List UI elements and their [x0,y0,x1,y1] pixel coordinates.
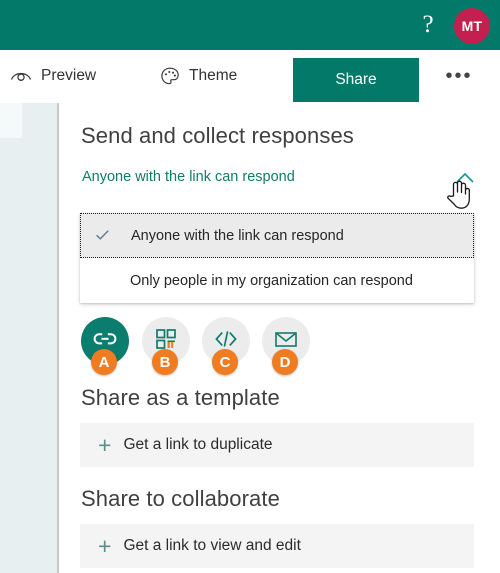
get-link-to-view-and-edit-label: Get a link to view and edit [123,537,301,554]
left-rail-panel [0,103,57,573]
share-method-email[interactable]: D [262,317,310,375]
plus-icon: + [98,532,112,559]
preview-label: Preview [41,67,97,84]
eye-icon [10,68,32,84]
collaborate-section-title: Share to collaborate [81,486,280,511]
palette-icon [160,66,180,86]
badge-c: C [212,349,238,375]
chevron-up-icon[interactable] [451,166,479,190]
dropdown-option-label: Anyone with the link can respond [131,227,344,244]
share-method-link[interactable]: A [81,317,129,375]
avatar[interactable]: MT [454,8,490,44]
send-section-title: Send and collect responses [81,123,354,148]
ellipsis-icon: ••• [445,64,473,87]
share-method-icon-row: A B C D [81,317,481,375]
audience-dropdown-menu: Anyone with the link can respond Only pe… [80,213,474,303]
theme-label: Theme [189,67,238,84]
share-content-area: Send and collect responses Anyone with t… [59,103,500,573]
checkmark-icon [81,228,131,244]
get-link-to-duplicate-label: Get a link to duplicate [123,436,273,453]
audience-link[interactable]: Anyone with the link can respond [82,169,295,185]
dropdown-option-label: Only people in my organization can respo… [130,272,413,289]
template-section-title: Share as a template [81,385,280,410]
get-link-to-duplicate-button[interactable]: + Get a link to duplicate [80,423,474,467]
share-label: Share [335,71,377,88]
badge-b: B [152,349,178,375]
forms-share-panel-window: ? MT Preview Theme Share ••• Send and co… [0,0,500,573]
share-method-embed[interactable]: C [202,317,250,375]
get-link-to-view-and-edit-button[interactable]: + Get a link to view and edit [80,524,474,568]
dropdown-option-anyone[interactable]: Anyone with the link can respond [80,213,474,258]
share-method-qr[interactable]: B [142,317,190,375]
dropdown-option-organization[interactable]: Only people in my organization can respo… [80,258,474,303]
badge-d: D [272,349,298,375]
preview-button[interactable]: Preview [10,50,96,102]
left-rail-notch [0,103,22,138]
badge-a: A [91,349,117,375]
top-header-bar: ? MT [0,0,500,50]
share-tab[interactable]: Share [293,58,419,102]
plus-icon: + [98,431,112,458]
theme-button[interactable]: Theme [160,50,237,102]
more-options-button[interactable]: ••• [436,50,482,102]
help-icon[interactable]: ? [414,10,442,40]
command-bar: Preview Theme Share ••• [0,50,500,104]
audience-selector-row: Anyone with the link can respond [82,169,479,191]
